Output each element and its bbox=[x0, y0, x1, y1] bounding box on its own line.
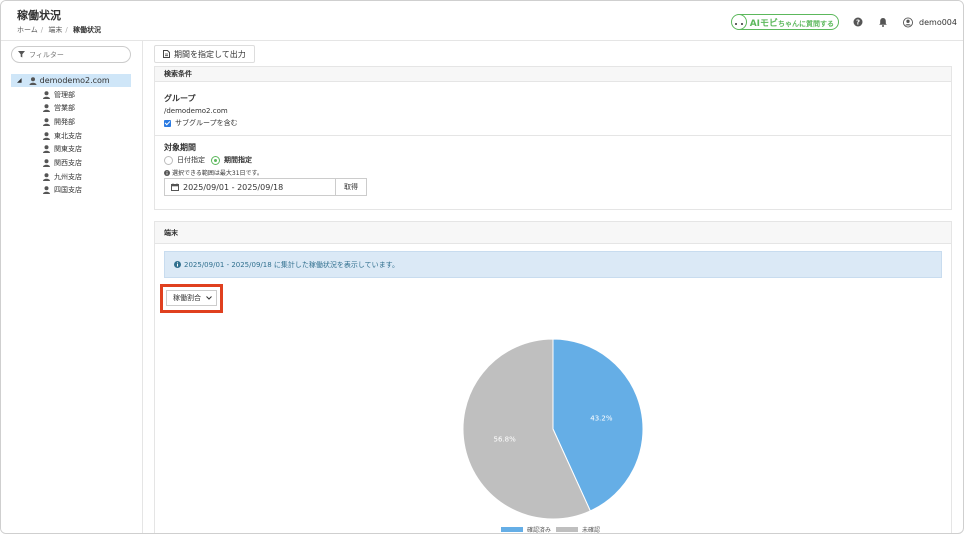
utilization-pie-chart: 43.2% 56.8% bbox=[462, 338, 644, 520]
search-conditions-panel: 検索条件 グループ /demodemo2.com サブグループを含む 対象期間 … bbox=[154, 66, 952, 210]
tree-item[interactable]: 関東支店 bbox=[43, 143, 82, 156]
user-icon bbox=[43, 172, 50, 181]
user-icon bbox=[43, 159, 50, 167]
mascot-icon bbox=[730, 14, 747, 30]
breadcrumb-home[interactable]: ホーム bbox=[17, 26, 38, 34]
breadcrumb-terminal[interactable]: 端末 bbox=[48, 26, 62, 34]
app-window: 稼働状況 ホーム / 端末 / 稼働状況 AIモビちゃんに質問する ? demo00… bbox=[0, 0, 964, 534]
date-range-value: 2025/09/01 - 2025/09/18 bbox=[183, 182, 284, 192]
search-panel-title: 検索条件 bbox=[155, 67, 951, 82]
subgroup-checkbox[interactable]: サブグループを含む bbox=[164, 118, 238, 128]
group-value: /demodemo2.com bbox=[164, 107, 228, 115]
legend-item[interactable]: 未確認 bbox=[556, 525, 601, 534]
period-radio-group: 日付指定 期間指定 bbox=[164, 155, 258, 165]
legend-swatch bbox=[556, 527, 579, 532]
ai-mobi-button[interactable]: AIモビちゃんに質問する bbox=[730, 14, 840, 30]
tree-item-label: 営業部 bbox=[54, 104, 75, 113]
header-actions: AIモビちゃんに質問する ? demo004 bbox=[730, 14, 957, 30]
get-button[interactable]: 取得 bbox=[336, 178, 367, 196]
filter-input[interactable] bbox=[29, 50, 124, 59]
user-icon bbox=[43, 131, 50, 140]
page-title: 稼働状況 bbox=[17, 9, 61, 22]
period-title: 対象期間 bbox=[164, 143, 196, 152]
chart-legend: 確認済み 未確認 bbox=[501, 525, 605, 534]
range-note: 選択できる範囲は最大31日です。 bbox=[164, 168, 263, 177]
pie-data-label: 56.8% bbox=[494, 435, 517, 443]
section-divider bbox=[155, 135, 951, 136]
tree-item[interactable]: 開発部 bbox=[43, 115, 75, 128]
filter-box[interactable] bbox=[11, 46, 131, 63]
user-group-icon bbox=[29, 76, 37, 85]
legend-label: 確認済み bbox=[527, 527, 552, 534]
export-period-button[interactable]: 期間を指定して出力 bbox=[154, 45, 255, 63]
document-icon bbox=[163, 50, 170, 58]
tree-item-label: 関東支店 bbox=[54, 145, 82, 154]
date-range-input[interactable]: 2025/09/01 - 2025/09/18 bbox=[164, 178, 336, 196]
chart-type-value: 稼働割合 bbox=[173, 294, 201, 302]
chevron-down-icon bbox=[206, 296, 212, 300]
tree-item[interactable]: 管理部 bbox=[43, 88, 75, 101]
tree-item-root[interactable]: ◢ demodemo2.com bbox=[11, 74, 131, 87]
user-icon bbox=[43, 118, 50, 126]
radio-date-label: 日付指定 bbox=[177, 156, 205, 164]
pie-data-label: 43.2% bbox=[590, 415, 613, 423]
chart-type-select[interactable]: 稼働割合 bbox=[166, 290, 217, 306]
user-icon bbox=[43, 104, 50, 113]
tree-item[interactable]: 東北支店 bbox=[43, 129, 82, 142]
highlight-box: 稼働割合 bbox=[160, 284, 223, 313]
info-alert: 2025/09/01 - 2025/09/18 に集計した稼働状況を表示していま… bbox=[164, 251, 942, 278]
tree-item-label: 九州支店 bbox=[54, 172, 82, 181]
radio-period-specify[interactable]: 期間指定 bbox=[211, 155, 252, 165]
help-icon[interactable]: ? bbox=[853, 17, 863, 27]
info-alert-text: 2025/09/01 - 2025/09/18 に集計した稼働状況を表示していま… bbox=[184, 260, 399, 269]
range-note-text: 選択できる範囲は最大31日です。 bbox=[172, 170, 263, 177]
info-icon bbox=[164, 169, 170, 176]
terminal-panel-title: 端末 bbox=[155, 222, 951, 244]
tree-item-label: 四国支店 bbox=[54, 186, 82, 195]
user-icon bbox=[43, 186, 50, 195]
info-icon bbox=[174, 261, 181, 268]
user-avatar-icon[interactable] bbox=[903, 17, 914, 27]
radio-date-specify[interactable]: 日付指定 bbox=[164, 155, 205, 165]
svg-text:?: ? bbox=[856, 19, 860, 27]
tree-collapse-icon[interactable]: ◢ bbox=[17, 77, 22, 84]
subgroup-label: サブグループを含む bbox=[175, 119, 238, 127]
checkbox-checked-icon[interactable] bbox=[164, 119, 171, 127]
ai-logo-main: AIモビ bbox=[749, 18, 779, 29]
tree-item-label: 東北支店 bbox=[54, 131, 82, 140]
ai-logo-sub: ちゃんに質問する bbox=[778, 19, 835, 28]
breadcrumb-current: 稼働状況 bbox=[72, 26, 101, 34]
tree-root-label: demodemo2.com bbox=[39, 76, 110, 85]
sidebar: ◢ demodemo2.com 管理部営業部開発部東北支店関東支店関西支店九州支… bbox=[1, 41, 143, 533]
tree-item-label: 管理部 bbox=[54, 90, 75, 99]
tree-item-label: 関西支店 bbox=[54, 159, 82, 167]
username[interactable]: demo004 bbox=[919, 18, 957, 27]
export-label: 期間を指定して出力 bbox=[174, 49, 246, 59]
user-icon bbox=[43, 90, 50, 99]
radio-period-label: 期間指定 bbox=[224, 156, 252, 164]
group-title: グループ bbox=[164, 94, 196, 103]
tree-item[interactable]: 九州支店 bbox=[43, 170, 82, 183]
tree-item[interactable]: 四国支店 bbox=[43, 184, 82, 197]
legend-label: 未確認 bbox=[582, 527, 601, 534]
tree-item-label: 開発部 bbox=[54, 117, 75, 126]
breadcrumb: ホーム / 端末 / 稼働状況 bbox=[17, 26, 101, 34]
header: 稼働状況 ホーム / 端末 / 稼働状況 AIモビちゃんに質問する ? demo00… bbox=[1, 1, 963, 41]
tree-item[interactable]: 関西支店 bbox=[43, 157, 82, 170]
calendar-icon bbox=[171, 183, 179, 191]
user-icon bbox=[43, 145, 50, 154]
filter-icon bbox=[18, 51, 25, 58]
bell-icon[interactable] bbox=[878, 17, 888, 27]
tree-item[interactable]: 営業部 bbox=[43, 102, 75, 115]
legend-item[interactable]: 確認済み bbox=[501, 525, 552, 534]
legend-swatch bbox=[501, 527, 523, 532]
